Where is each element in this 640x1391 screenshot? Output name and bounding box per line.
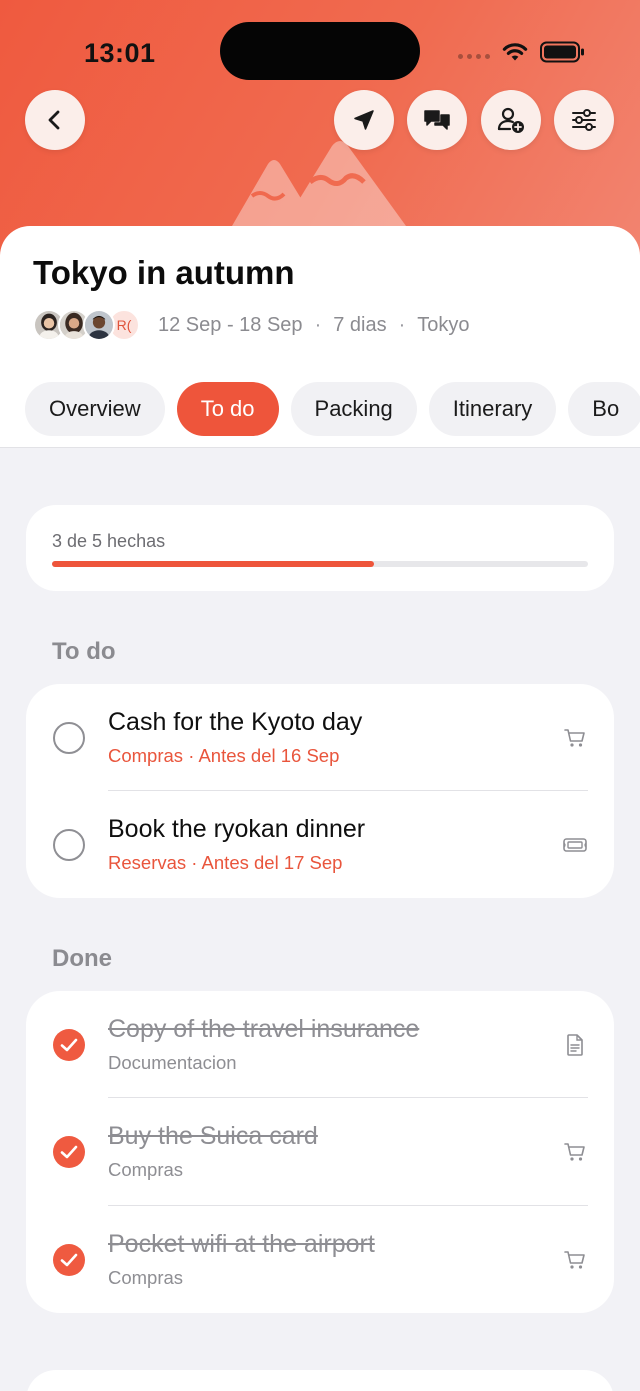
checkbox-checked[interactable] <box>53 1136 85 1168</box>
chat-bubbles-icon <box>424 110 450 130</box>
next-card <box>26 1370 614 1391</box>
mountain-icon <box>232 141 407 234</box>
trip-hero: 13:01 <box>0 0 640 260</box>
checkbox-unchecked[interactable] <box>53 829 85 861</box>
task-subtitle: Compras <box>108 1159 184 1180</box>
tab-itinerary[interactable]: Itinerary <box>428 382 557 436</box>
dynamic-island <box>220 22 420 80</box>
tab-todo[interactable]: To do <box>176 382 279 436</box>
trip-header-sheet: Tokyo in autumn R( 12 Sep - 18 Sep · 7 d… <box>0 226 640 448</box>
wifi-icon <box>502 43 528 61</box>
add-member-button[interactable] <box>481 90 541 150</box>
tab-overview[interactable]: Overview <box>25 382 165 436</box>
cellular-signal-icon <box>458 54 490 59</box>
ticket-icon <box>563 838 587 852</box>
task-title: Buy the Suica card <box>108 1122 318 1150</box>
task-subtitle: Documentacion <box>108 1052 237 1073</box>
settings-button[interactable] <box>554 90 614 150</box>
done-item[interactable]: Buy the Suica card Compras <box>26 1098 614 1206</box>
meta-separator: · <box>314 313 322 336</box>
trip-dates: 12 Sep - 18 Sep <box>158 313 303 336</box>
back-button[interactable] <box>25 90 85 150</box>
progress-fill <box>52 561 374 567</box>
chevron-left-icon <box>48 110 60 130</box>
task-subtitle: Compras <box>108 1267 184 1288</box>
progress-track <box>52 561 588 567</box>
todo-section-title: To do <box>52 638 116 665</box>
status-bar: 13:01 <box>0 0 640 100</box>
task-title: Book the ryokan dinner <box>108 815 366 843</box>
checkbox-checked[interactable] <box>53 1029 85 1061</box>
task-title: Pocket wifi at the airport <box>108 1230 375 1258</box>
sliders-icon <box>572 109 596 131</box>
task-subtitle: Compras · Antes del 16 Sep <box>108 745 340 766</box>
done-item[interactable]: Copy of the travel insurance Documentaci… <box>26 991 614 1099</box>
cart-icon <box>564 1251 585 1269</box>
trip-meta: R( 12 Sep - 18 Sep · 7 dias · Tokyo <box>33 308 470 342</box>
trip-title: Tokyo in autumn <box>33 254 295 291</box>
avatar <box>83 309 115 341</box>
status-time: 13:01 <box>84 38 156 68</box>
status-icons <box>456 38 596 66</box>
cart-icon <box>564 1143 585 1161</box>
done-section-title: Done <box>52 945 112 972</box>
tab-packing[interactable]: Packing <box>290 382 417 436</box>
done-item[interactable]: Pocket wifi at the airport Compras <box>26 1206 614 1314</box>
meta-separator: · <box>398 313 406 336</box>
member-avatars[interactable]: R( <box>33 309 140 341</box>
chat-button[interactable] <box>407 90 467 150</box>
task-subtitle: Reservas · Antes del 17 Sep <box>108 852 343 873</box>
checkmark-icon <box>60 1145 78 1159</box>
trip-meta-text: 12 Sep - 18 Sep · 7 dias · Tokyo <box>158 314 470 337</box>
todo-list: Cash for the Kyoto day Compras · Antes d… <box>26 684 614 898</box>
task-title: Cash for the Kyoto day <box>108 708 363 736</box>
battery-icon <box>540 41 584 63</box>
progress-label: 3 de 5 hechas <box>52 531 166 551</box>
document-icon <box>567 1034 583 1056</box>
checkbox-checked[interactable] <box>53 1244 85 1276</box>
location-arrow-icon <box>354 110 374 130</box>
checkbox-unchecked[interactable] <box>53 722 85 754</box>
checkmark-icon <box>60 1253 78 1267</box>
trip-duration: 7 dias <box>333 313 387 336</box>
todo-item[interactable]: Cash for the Kyoto day Compras · Antes d… <box>26 684 614 792</box>
task-title: Copy of the travel insurance <box>108 1015 420 1043</box>
checkmark-icon <box>60 1038 78 1052</box>
add-person-icon <box>497 107 524 133</box>
tab-bookings[interactable]: Bo <box>568 382 640 436</box>
cart-icon <box>564 729 585 747</box>
trip-city: Tokyo <box>417 313 470 336</box>
progress-card: 3 de 5 hechas <box>26 505 614 591</box>
trip-tabs: Overview To do Packing Itinerary Bo <box>25 382 640 436</box>
todo-item[interactable]: Book the ryokan dinner Reservas · Antes … <box>26 791 614 899</box>
done-list: Copy of the travel insurance Documentaci… <box>26 991 614 1313</box>
